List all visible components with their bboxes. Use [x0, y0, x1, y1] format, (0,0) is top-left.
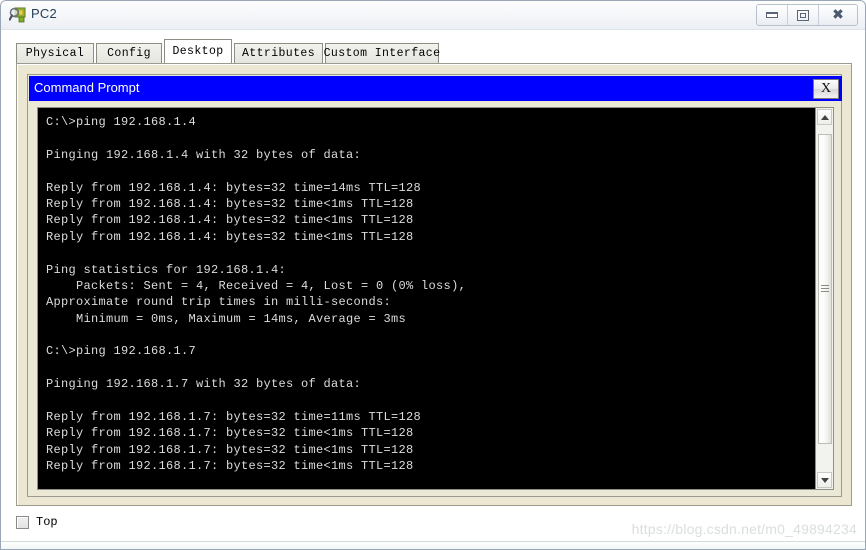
scrollbar-thumb[interactable] [818, 134, 832, 444]
command-prompt-titlebar: Command Prompt X [29, 76, 842, 101]
console-line: C:\>ping 192.168.1.7 [46, 344, 197, 359]
console-line: Reply from 192.168.1.7: bytes=32 time<1m… [46, 426, 414, 441]
window-titlebar: PC2 ✖ [1, 1, 865, 30]
command-prompt-close-button[interactable]: X [813, 79, 839, 99]
console-output[interactable]: C:\>ping 192.168.1.4 Pinging 192.168.1.4 … [38, 108, 815, 489]
console-line: Approximate round trip times in milli-se… [46, 295, 392, 310]
maximize-icon [797, 9, 809, 21]
packet-tracer-device-icon [8, 6, 27, 24]
close-button[interactable]: ✖ [819, 5, 857, 25]
device-config-window: PC2 ✖ Physical Config Desktop Attributes… [0, 0, 866, 550]
minimize-button[interactable] [757, 5, 788, 25]
scrollbar-grip-icon [821, 284, 829, 294]
console-line: Minimum = 0ms, Maximum = 14ms, Average =… [46, 311, 407, 326]
scroll-down-button[interactable] [817, 472, 832, 488]
tab-bar: Physical Config Desktop Attributes Custo… [16, 35, 852, 63]
scroll-up-button[interactable] [817, 109, 832, 125]
scroll-up-icon [820, 114, 829, 120]
console-line: Reply from 192.168.1.4: bytes=32 time<1m… [46, 196, 414, 211]
window-controls: ✖ [756, 4, 858, 26]
tab-desktop[interactable]: Desktop [164, 39, 232, 63]
command-prompt-window: Command Prompt X C:\>ping 192.168.1.4 Pin… [27, 74, 842, 497]
tab-label: Physical [25, 47, 85, 60]
console-line: Reply from 192.168.1.7: bytes=32 time<1m… [46, 459, 414, 474]
console-scrollbar[interactable] [815, 108, 833, 489]
tab-config[interactable]: Config [96, 43, 162, 63]
top-checkbox-label: Top [36, 515, 58, 529]
console-area: C:\>ping 192.168.1.4 Pinging 192.168.1.4 … [37, 107, 834, 490]
command-prompt-title: Command Prompt [34, 80, 140, 95]
tab-label: Config [107, 47, 151, 60]
console-line: Ping statistics for 192.168.1.4: [46, 262, 287, 277]
desktop-tab-panel: Command Prompt X C:\>ping 192.168.1.4 Pin… [16, 63, 852, 506]
close-icon: ✖ [832, 7, 844, 23]
tab-physical[interactable]: Physical [16, 43, 94, 63]
console-line: Pinging 192.168.1.4 with 32 bytes of dat… [46, 147, 362, 162]
close-x-icon: X [820, 81, 832, 96]
tab-label: Custom Interface [323, 47, 441, 60]
minimize-icon [766, 12, 778, 18]
watermark-text: https://blog.csdn.net/m0_49894234 [631, 521, 857, 537]
console-line: Reply from 192.168.1.4: bytes=32 time<1m… [46, 229, 414, 244]
console-line: Reply from 192.168.1.7: bytes=32 time<1m… [46, 442, 414, 457]
tab-attributes[interactable]: Attributes [234, 43, 323, 63]
tab-custom-interface[interactable]: Custom Interface [323, 43, 441, 63]
tab-label: Attributes [241, 47, 315, 60]
page-title: PC2 [31, 6, 57, 21]
console-line: C:\>ping 192.168.1.4 [46, 115, 197, 129]
scroll-down-icon [820, 477, 829, 483]
console-line: Packets: Sent = 4, Received = 4, Lost = … [46, 278, 467, 293]
console-line: Reply from 192.168.1.7: bytes=32 time=11… [46, 410, 422, 425]
console-line: Reply from 192.168.1.4: bytes=32 time=14… [46, 180, 422, 195]
maximize-button[interactable] [788, 5, 819, 25]
tab-label: Desktop [172, 45, 224, 58]
window-bottom-edge [1, 541, 865, 549]
console-line: Pinging 192.168.1.7 with 32 bytes of dat… [46, 377, 362, 392]
console-line: Reply from 192.168.1.4: bytes=32 time<1m… [46, 213, 414, 228]
top-checkbox[interactable] [16, 515, 29, 529]
